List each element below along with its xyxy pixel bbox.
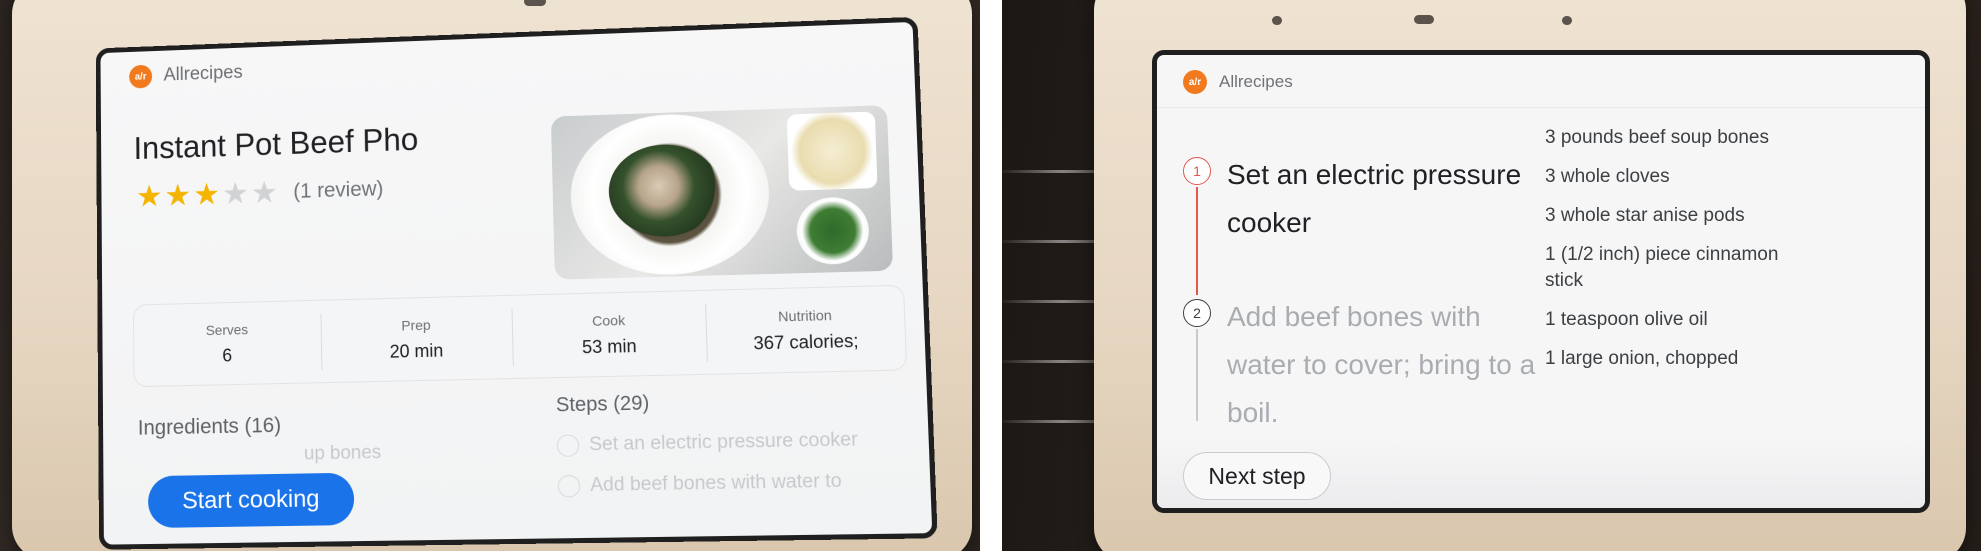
basil-image — [795, 196, 871, 266]
ingredient-preview: up bones — [303, 442, 382, 465]
list-item: 1 (1/2 inch) piece cinnamon stick — [1545, 244, 1779, 291]
star-icon: ★ — [164, 177, 192, 213]
rating: ★ ★ ★ ★ ★ (1 review) — [135, 173, 384, 214]
step-connector — [1196, 329, 1198, 421]
list-item: 3 whole star anise pods — [1545, 205, 1745, 226]
step-number-icon — [557, 474, 581, 498]
allrecipes-logo-icon: a/r — [129, 64, 153, 89]
step-preview: Add beef bones with water to — [557, 470, 843, 498]
brand-header: a/r Allrecipes — [1183, 70, 1293, 94]
step-number-icon: 1 — [1183, 157, 1211, 185]
left-device-photo: a/r Allrecipes Instant Pot Beef Pho ★ ★ … — [0, 0, 980, 551]
star-icon: ★ — [135, 178, 163, 214]
pho-bowl-image — [568, 111, 772, 278]
camera-sensor — [1272, 16, 1282, 25]
step-number-icon: 2 — [1183, 299, 1211, 327]
step-text: Set an electric pressure cooker — [1227, 159, 1522, 238]
step-preview: Set an electric pressure cooker — [556, 428, 859, 457]
step-preview-text: Set an electric pressure cooker — [588, 428, 859, 456]
info-value: 367 calories; — [753, 330, 859, 353]
recipe-info-card: Serves 6 Prep 20 min Cook 53 min Nutriti… — [132, 284, 908, 388]
panel-divider — [980, 0, 1002, 551]
list-item: 1 teaspoon olive oil — [1545, 309, 1708, 330]
star-icon: ★ — [250, 174, 278, 211]
start-cooking-button[interactable]: Start cooking — [147, 472, 355, 529]
step-connector — [1196, 187, 1198, 295]
info-label: Cook — [591, 311, 626, 329]
right-device-photo: a/r Allrecipes 1 Set an electric pressur… — [1002, 0, 1981, 551]
step-number-icon — [556, 434, 580, 457]
brand-name: Allrecipes — [1219, 72, 1293, 91]
info-prep: Prep 20 min — [321, 308, 514, 370]
ingredient-list: 3 pounds beef soup bones 3 whole cloves … — [1545, 125, 1795, 385]
info-value: 53 min — [581, 335, 637, 357]
brand-name: Allrecipes — [163, 62, 243, 86]
list-item: 3 pounds beef soup bones — [1545, 127, 1769, 148]
list-item: 3 whole cloves — [1545, 166, 1670, 187]
steps-heading: Steps (29) — [555, 392, 650, 417]
brand-header: a/r Allrecipes — [129, 61, 243, 89]
info-label: Nutrition — [777, 306, 833, 324]
recipe-overview-screen: a/r Allrecipes Instant Pot Beef Pho ★ ★ … — [95, 16, 938, 550]
info-value: 6 — [222, 344, 233, 365]
ingredients-heading: Ingredients (16) — [137, 413, 282, 440]
step-preview-text: Add beef bones with water to — [589, 470, 843, 497]
camera-sensor — [1562, 16, 1572, 25]
header-divider — [1157, 107, 1925, 108]
info-label: Serves — [205, 320, 249, 338]
bean-sprouts-image — [786, 111, 878, 191]
review-count[interactable]: (1 review) — [293, 177, 383, 203]
allrecipes-logo-icon: a/r — [1183, 70, 1207, 94]
recipe-title: Instant Pot Beef Pho — [133, 121, 419, 166]
cooking-step-screen: a/r Allrecipes 1 Set an electric pressur… — [1152, 50, 1930, 513]
info-nutrition: Nutrition 367 calories; — [706, 298, 905, 361]
info-value: 20 min — [389, 339, 444, 362]
info-cook: Cook 53 min — [511, 303, 709, 366]
recipe-photo — [550, 105, 894, 280]
camera-sensor — [1414, 15, 1434, 24]
step-text: Add beef bones with water to cover; brin… — [1227, 301, 1536, 428]
star-icon: ★ — [192, 176, 221, 212]
star-icon: ★ — [221, 175, 250, 211]
next-step-button[interactable]: Next step — [1183, 452, 1331, 500]
list-item: 1 large onion, chopped — [1545, 348, 1739, 369]
info-label: Prep — [401, 316, 431, 333]
info-serves: Serves 6 — [134, 313, 323, 374]
camera-sensor — [524, 0, 546, 6]
